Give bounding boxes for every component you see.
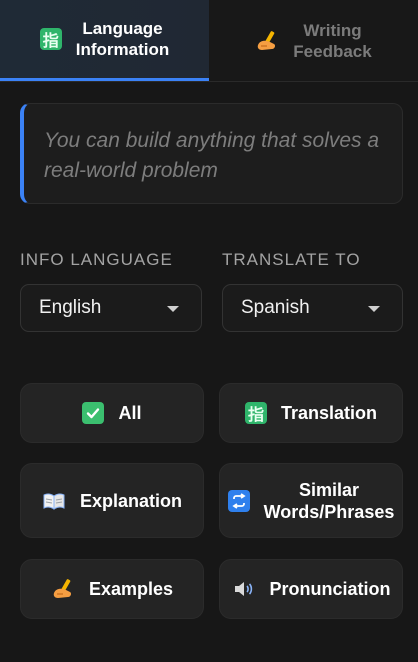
translate-to-value: Spanish (241, 297, 310, 318)
category-label: Translation (280, 403, 378, 423)
translate-to-select[interactable]: Spanish (222, 284, 403, 332)
check-icon (82, 402, 105, 424)
tab-writing-feedback[interactable]: Writing Feedback (209, 0, 418, 81)
tab-language-information[interactable]: 指 Language Information (0, 0, 209, 81)
info-language-select[interactable]: English (20, 284, 202, 332)
tab-label: Language Information (75, 19, 170, 59)
source-text-box: You can build anything that solves a rea… (20, 103, 403, 204)
category-label: All (118, 403, 142, 423)
category-translation-button[interactable]: 指 Translation (219, 383, 403, 443)
category-label: Explanation (79, 490, 182, 511)
category-examples-button[interactable]: Examples (20, 559, 204, 619)
info-language-label: INFO LANGUAGE (20, 250, 173, 269)
translate-to-label: TRANSLATE TO (222, 250, 361, 269)
category-label: Pronunciation (269, 579, 391, 599)
chevron-down-icon (167, 306, 179, 312)
category-label: Examples (88, 579, 174, 599)
tab-label: Writing Feedback (293, 20, 372, 61)
info-language-value: English (39, 297, 102, 318)
category-explanation-button[interactable]: Explanation (20, 463, 204, 538)
category-pronunciation-button[interactable]: Pronunciation (219, 559, 403, 619)
app-root: 指 Language Information Writing Feedback … (0, 0, 418, 662)
speaker-icon (232, 578, 256, 600)
category-all-button[interactable]: All (20, 383, 204, 443)
source-text: You can build anything that solves a rea… (44, 129, 380, 182)
writing-hand-icon (51, 577, 75, 601)
book-icon (42, 491, 66, 511)
repeat-icon (227, 489, 250, 512)
han-character-icon: 指 (244, 402, 267, 424)
category-similar-words-button[interactable]: Similar Words/Phrases (219, 463, 403, 538)
tab-bar: 指 Language Information Writing Feedback (0, 0, 418, 82)
writing-hand-icon (255, 29, 279, 53)
han-character-icon: 指 (39, 28, 62, 50)
category-label: Similar Words/Phrases (263, 479, 395, 522)
chevron-down-icon (368, 306, 380, 312)
